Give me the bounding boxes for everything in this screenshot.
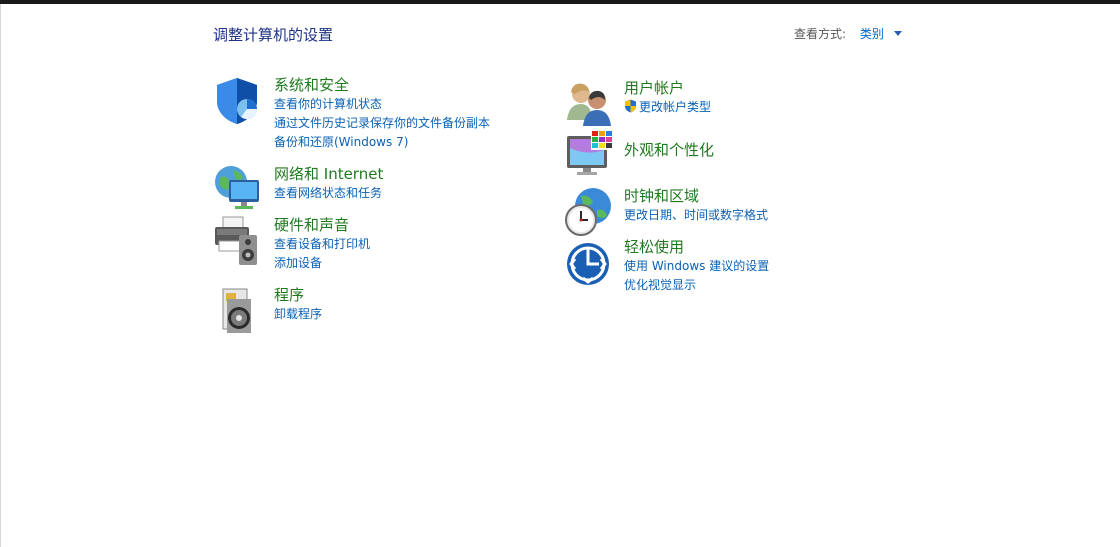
- link-add-device[interactable]: 添加设备: [274, 254, 370, 273]
- ease-of-access-icon[interactable]: [563, 237, 615, 289]
- category-body: 网络和 Internet 查看网络状态和任务: [274, 164, 383, 203]
- category-title-programs[interactable]: 程序: [274, 285, 322, 305]
- view-by: 查看方式: 类别: [794, 25, 902, 42]
- view-by-label: 查看方式:: [794, 27, 847, 41]
- link-use-recommended-settings[interactable]: 使用 Windows 建议的设置: [624, 257, 769, 276]
- category-body: 时钟和区域 更改日期、时间或数字格式: [624, 186, 768, 225]
- link-change-date-time-format[interactable]: 更改日期、时间或数字格式: [624, 206, 768, 225]
- clock-globe-icon[interactable]: [563, 186, 615, 238]
- link-view-network-status[interactable]: 查看网络状态和任务: [274, 184, 383, 203]
- category-body: 程序 卸载程序: [274, 285, 322, 324]
- category-body: 外观和个性化: [624, 140, 714, 160]
- programs-disc-icon[interactable]: [213, 285, 265, 337]
- monitor-palette-icon[interactable]: [563, 130, 615, 182]
- link-backup-restore-win7[interactable]: 备份和还原(Windows 7): [274, 133, 490, 152]
- link-optimize-visual-display[interactable]: 优化视觉显示: [624, 276, 769, 295]
- category-title-system-security[interactable]: 系统和安全: [274, 75, 490, 95]
- link-change-account-type-label: 更改帐户类型: [639, 100, 712, 114]
- category-title-appearance-personalization[interactable]: 外观和个性化: [624, 140, 714, 160]
- network-globe-icon[interactable]: [213, 164, 265, 216]
- security-shield-icon[interactable]: [213, 75, 265, 127]
- category-body: 轻松使用 使用 Windows 建议的设置 优化视觉显示: [624, 237, 769, 295]
- category-title-user-accounts[interactable]: 用户帐户: [624, 78, 711, 98]
- printer-speaker-icon[interactable]: [213, 215, 265, 267]
- category-title-hardware-sound[interactable]: 硬件和声音: [274, 215, 370, 235]
- uac-shield-icon: [624, 99, 637, 119]
- window-top-border: [0, 0, 1120, 4]
- page-title: 调整计算机的设置: [213, 26, 334, 44]
- category-body: 硬件和声音 查看设备和打印机 添加设备: [274, 215, 370, 273]
- category-title-clock-region[interactable]: 时钟和区域: [624, 186, 768, 206]
- category-title-network-internet[interactable]: 网络和 Internet: [274, 164, 383, 184]
- category-body: 用户帐户 更改帐户类型: [624, 78, 711, 119]
- link-file-history-backup[interactable]: 通过文件历史记录保存你的文件备份副本: [274, 114, 490, 133]
- users-icon[interactable]: [563, 78, 615, 130]
- category-body: 系统和安全 查看你的计算机状态 通过文件历史记录保存你的文件备份副本 备份和还原…: [274, 75, 490, 152]
- view-by-dropdown[interactable]: 类别: [860, 27, 884, 41]
- chevron-down-icon[interactable]: [893, 31, 902, 36]
- link-uninstall-program[interactable]: 卸载程序: [274, 305, 322, 324]
- category-title-ease-of-access[interactable]: 轻松使用: [624, 237, 769, 257]
- link-view-devices-printers[interactable]: 查看设备和打印机: [274, 235, 370, 254]
- link-change-account-type[interactable]: 更改帐户类型: [624, 98, 711, 119]
- link-view-computer-status[interactable]: 查看你的计算机状态: [274, 95, 490, 114]
- window-left-border: [0, 4, 1, 547]
